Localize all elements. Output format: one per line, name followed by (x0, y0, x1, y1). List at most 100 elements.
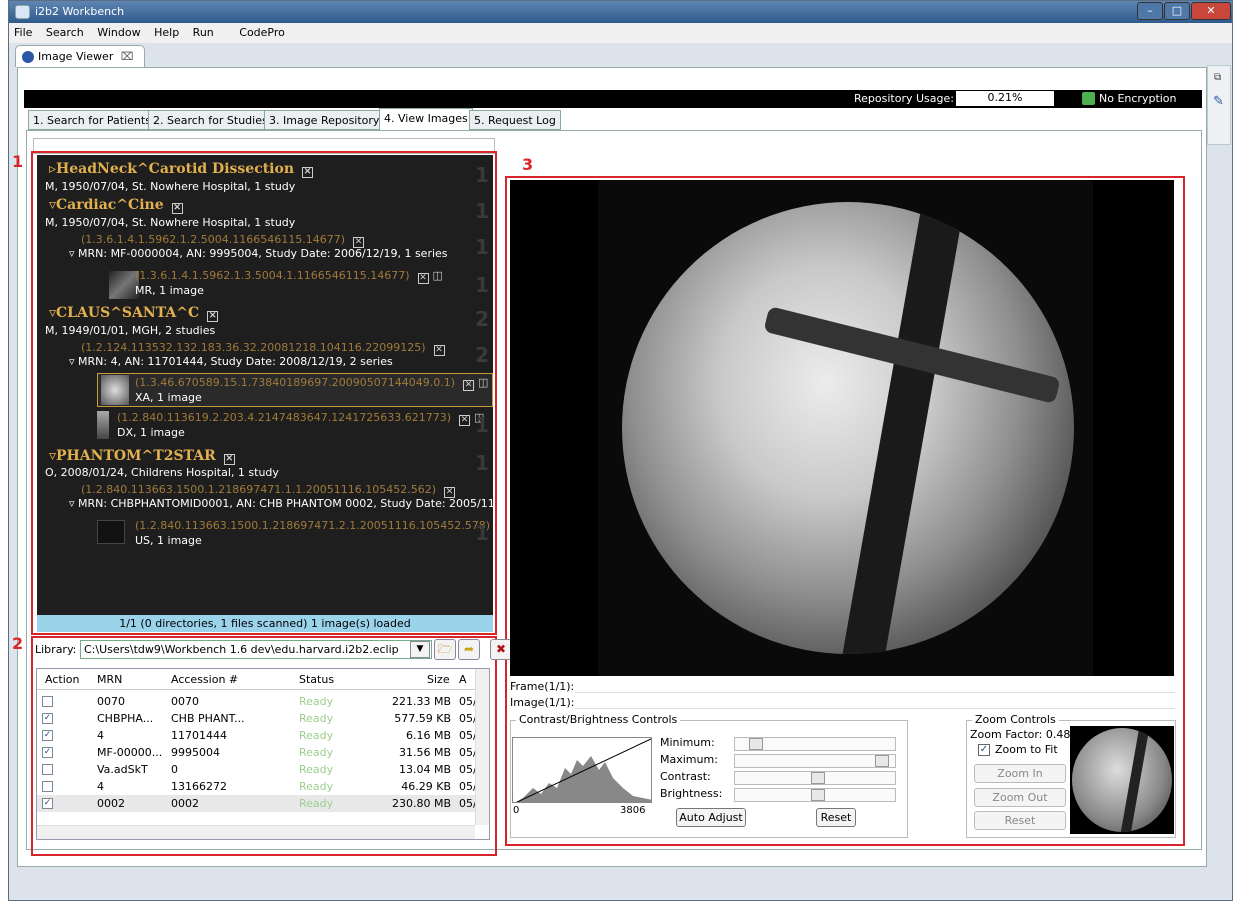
size-cell: 230.80 MB (391, 797, 451, 810)
series-uid[interactable]: (1.3.6.1.4.1.5962.1.3.5004.1.1166546115.… (135, 269, 443, 284)
series-uid[interactable]: (1.2.840.113663.1500.1.218697471.2.1.200… (135, 519, 493, 534)
sync-arrow-button[interactable]: ➦ (458, 639, 480, 660)
lock-icon (1082, 92, 1095, 105)
slider-thumb[interactable] (875, 755, 889, 767)
us-thumbnail[interactable] (97, 520, 125, 544)
row-checkbox[interactable] (42, 764, 53, 775)
restore-icon[interactable]: ⧉ (1214, 72, 1221, 83)
table-row[interactable]: ✓ MF-00000... 9995004 Ready 31.56 MB 05/ (37, 744, 489, 761)
table-row[interactable]: ✓ 0002 0002 Ready 230.80 MB 05/ (37, 795, 489, 812)
zoom-preview[interactable] (1070, 726, 1174, 834)
close-icon[interactable]: ✕ (302, 167, 314, 178)
col-accession[interactable]: Accession # (171, 673, 238, 686)
close-icon[interactable]: ✕ (223, 454, 235, 465)
col-status[interactable]: Status (299, 673, 334, 686)
menu-codepro[interactable]: CodePro (234, 23, 290, 39)
tab-search-patients[interactable]: 1. Search for Patients (28, 110, 156, 130)
tab-request-log[interactable]: 5. Request Log (469, 110, 561, 130)
frame-slider[interactable] (575, 683, 1175, 693)
mrn-cell: 0002 (97, 797, 125, 810)
col-action[interactable]: Action (45, 673, 79, 686)
menu-help[interactable]: Help (149, 23, 184, 39)
status-cell: Ready (299, 729, 334, 742)
library-path-select[interactable]: C:\Users\tdw9\Workbench 1.6 dev\edu.harv… (80, 640, 432, 659)
table-row[interactable]: ✓ 4 11701444 Ready 6.16 MB 05/ (37, 727, 489, 744)
table-row[interactable]: ✓ CHBPHA... CHB PHANT... Ready 577.59 KB 05/ (37, 710, 489, 727)
row-checkbox[interactable]: ✓ (42, 713, 53, 724)
slider-thumb[interactable] (749, 738, 763, 750)
side-dock: ⧉ ✎ (1207, 65, 1231, 145)
study-uid[interactable]: (1.2.124.113532.132.183.36.32.20081218.1… (81, 341, 445, 356)
tab-view-images[interactable]: 4. View Images (379, 108, 473, 130)
dx-thumbnail[interactable] (97, 411, 109, 439)
tab-search-studies[interactable]: 2. Search for Studies (148, 110, 273, 130)
row-checkbox[interactable] (42, 696, 53, 707)
contrast-label: Contrast: (660, 770, 711, 783)
col-size[interactable]: Size (427, 673, 450, 686)
close-icon[interactable]: ✕ (463, 380, 474, 391)
histogram[interactable] (512, 737, 652, 803)
col-mrn[interactable]: MRN (97, 673, 122, 686)
edit-icon[interactable]: ✎ (1213, 94, 1224, 109)
zoom-to-fit-checkbox[interactable]: ✓ (978, 744, 990, 756)
study-uid[interactable]: (1.2.840.113663.1500.1.218697471.1.1.200… (81, 483, 455, 498)
minimize-button[interactable]: – (1137, 2, 1163, 20)
image-display[interactable] (510, 180, 1174, 676)
dropdown-arrow-icon[interactable]: ▼ (410, 641, 430, 658)
slider-thumb[interactable] (811, 772, 825, 784)
patient-name[interactable]: ▿Cardiac^Cine ✕ (49, 197, 183, 214)
brightness-slider[interactable] (734, 788, 896, 802)
menu-search[interactable]: Search (41, 23, 89, 39)
horizontal-scrollbar[interactable] (37, 825, 475, 839)
close-tab-icon[interactable]: ⌧ (121, 50, 134, 63)
series-uid[interactable]: (1.2.840.113619.2.203.4.2147483647.12417… (117, 411, 484, 426)
table-row[interactable]: 0070 0070 Ready 221.33 MB 05/ (37, 693, 489, 710)
patient-name[interactable]: ▿PHANTOM^T2STAR ✕ (49, 448, 235, 465)
zoom-in-button[interactable]: Zoom In (974, 764, 1066, 783)
close-icon[interactable]: ✕ (171, 203, 183, 214)
menu-window[interactable]: Window (92, 23, 145, 39)
open-folder-icon[interactable]: ◫ (433, 269, 443, 282)
patient-name[interactable]: ▹HeadNeck^Carotid Dissection ✕ (49, 161, 314, 178)
delete-button[interactable]: ✖ (490, 639, 512, 660)
auto-adjust-button[interactable]: Auto Adjust (676, 808, 746, 827)
table-row[interactable]: Va.adSkT 0 Ready 13.04 MB 05/ (37, 761, 489, 778)
slider-thumb[interactable] (811, 789, 825, 801)
menu-run[interactable]: Run (188, 23, 219, 39)
image-slider[interactable] (575, 699, 1175, 709)
contrast-title: Contrast/Brightness Controls (516, 713, 681, 726)
image-viewer-tab[interactable]: Image Viewer ⌧ (15, 45, 145, 67)
patient-tree[interactable]: 1 ▹HeadNeck^Carotid Dissection ✕ M, 1950/… (37, 155, 493, 615)
maximum-slider[interactable] (734, 754, 896, 768)
col-a[interactable]: A (459, 673, 467, 686)
maximize-button[interactable]: □ (1164, 2, 1190, 20)
xa-thumbnail[interactable] (101, 375, 129, 405)
contrast-slider[interactable] (734, 771, 896, 785)
open-folder-button[interactable]: 🗁 (434, 639, 456, 660)
patient-name[interactable]: ▿CLAUS^SANTA^C ✕ (49, 305, 219, 322)
close-icon[interactable]: ✕ (459, 415, 470, 426)
row-checkbox[interactable] (42, 781, 53, 792)
table-row[interactable]: 4 13166272 Ready 46.29 KB 05/ (37, 778, 489, 795)
row-checkbox[interactable]: ✓ (42, 798, 53, 809)
ghost-number: 2 (475, 307, 489, 331)
mrn-cell: Va.adSkT (97, 763, 148, 776)
series-uid[interactable]: (1.3.46.670589.15.1.73840189697.20090507… (135, 376, 488, 391)
minimum-slider[interactable] (734, 737, 896, 751)
close-icon[interactable]: ✕ (207, 311, 219, 322)
close-button[interactable]: ✕ (1191, 2, 1231, 20)
menu-file[interactable]: File (9, 23, 37, 39)
reset-contrast-button[interactable]: Reset (816, 808, 856, 827)
close-icon[interactable]: ✕ (433, 345, 445, 356)
open-folder-icon[interactable]: ◫ (478, 376, 488, 389)
study-uid[interactable]: (1.3.6.1.4.1.5962.1.2.5004.1166546115.14… (81, 233, 364, 248)
zoom-reset-button[interactable]: Reset (974, 811, 1066, 830)
library-bar: Library: C:\Users\tdw9\Workbench 1.6 dev… (32, 638, 512, 662)
row-checkbox[interactable]: ✓ (42, 747, 53, 758)
close-icon[interactable]: ✕ (417, 273, 429, 284)
zoom-out-button[interactable]: Zoom Out (974, 788, 1066, 807)
tab-image-repository[interactable]: 3. Image Repository (264, 110, 385, 130)
row-checkbox[interactable]: ✓ (42, 730, 53, 741)
title-bar[interactable]: i2b2 Workbench – □ ✕ (9, 1, 1232, 23)
vertical-scrollbar[interactable] (475, 669, 489, 825)
